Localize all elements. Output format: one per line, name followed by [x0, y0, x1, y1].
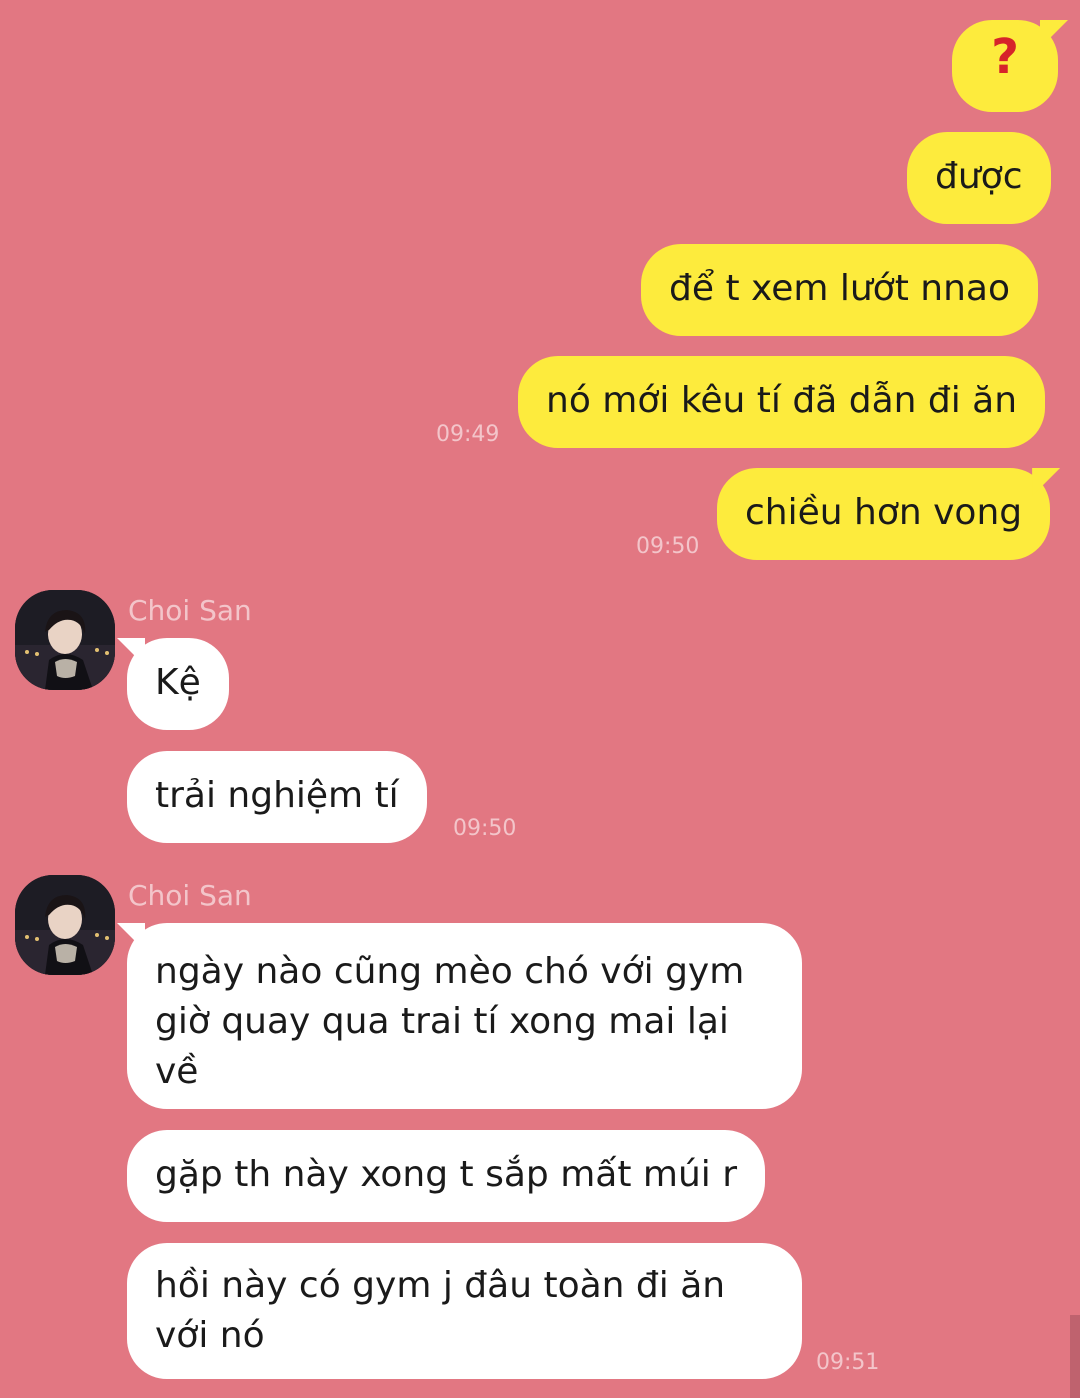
scrollbar[interactable] — [1070, 1315, 1080, 1398]
sender-name: Choi San — [128, 594, 252, 627]
incoming-message[interactable]: hồi này có gym j đâu toàn đi ăn với nó — [127, 1243, 802, 1379]
message-text: trải nghiệm tí — [155, 775, 399, 816]
message-text: nó mới kêu tí đã dẫn đi ăn — [546, 380, 1018, 421]
incoming-message[interactable]: ngày nào cũng mèo chó với gym giờ quay q… — [127, 923, 802, 1109]
avatar-photo-icon — [15, 590, 115, 690]
question-mark-text: ? — [991, 29, 1019, 85]
outgoing-message[interactable]: nó mới kêu tí đã dẫn đi ăn — [518, 356, 1046, 448]
outgoing-message[interactable]: chiều hơn vong — [717, 468, 1051, 560]
message-text: hồi này có gym j đâu toàn đi ăn với nó — [155, 1265, 726, 1356]
sender-name: Choi San — [128, 879, 252, 912]
incoming-message[interactable]: Kệ — [127, 638, 229, 730]
message-text: để t xem lướt nnao — [669, 268, 1010, 309]
message-text: ngày nào cũng mèo chó với gym giờ quay q… — [155, 951, 745, 1092]
incoming-message[interactable]: trải nghiệm tí — [127, 751, 427, 843]
message-timestamp: 09:50 — [636, 534, 700, 559]
sender-avatar[interactable] — [15, 875, 115, 975]
message-text: Kệ — [155, 662, 201, 703]
outgoing-message-question[interactable]: ? — [952, 20, 1058, 112]
message-text: gặp th này xong t sắp mất múi r — [155, 1154, 738, 1195]
avatar-photo-icon — [15, 875, 115, 975]
sender-avatar[interactable] — [15, 590, 115, 690]
message-timestamp: 09:50 — [453, 816, 517, 841]
outgoing-message[interactable]: để t xem lướt nnao — [641, 244, 1038, 336]
outgoing-message[interactable]: được — [907, 132, 1051, 224]
incoming-message[interactable]: gặp th này xong t sắp mất múi r — [127, 1130, 766, 1222]
message-timestamp: 09:49 — [436, 422, 500, 447]
message-text: được — [935, 156, 1023, 197]
message-text: chiều hơn vong — [745, 492, 1023, 533]
message-timestamp: 09:51 — [816, 1350, 880, 1375]
